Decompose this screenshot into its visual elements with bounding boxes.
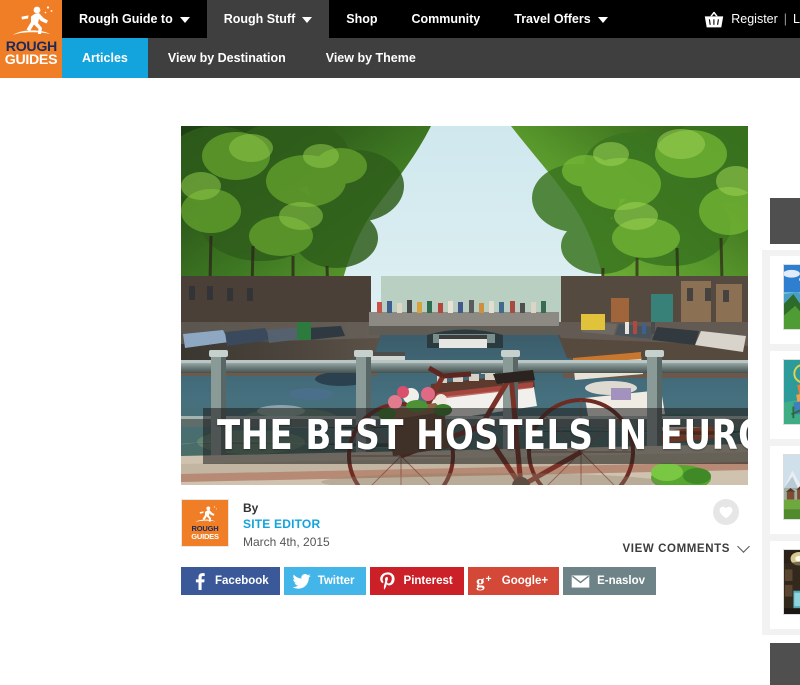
svg-text:+: + [485, 573, 491, 584]
facebook-icon [189, 572, 208, 591]
page-body: THE BEST HOSTELS IN EUROPE ROUGH GUIDES [0, 78, 800, 600]
share-button-twitter[interactable]: Twitter [284, 567, 366, 595]
page-title: THE BEST HOSTELS IN EUROPE [217, 413, 748, 457]
chevron-down-icon [180, 17, 190, 23]
share-button-email[interactable]: E-naslov [563, 567, 656, 595]
nav-item-community[interactable]: Community [395, 0, 498, 38]
account-area: Register | L [704, 0, 800, 38]
running-man-icon [8, 4, 54, 40]
share-button-pinterest[interactable]: Pinterest [370, 567, 464, 595]
article-meta-actions: VIEW COMMENTS [578, 499, 748, 557]
social-share-bar: Facebook Twitter Pinterest [181, 567, 748, 595]
nav-item-rough-guide-to[interactable]: Rough Guide to [62, 0, 207, 38]
subnav-item-articles[interactable]: Articles [62, 38, 148, 78]
nav-label: Community [412, 12, 481, 26]
by-label: By [243, 500, 330, 516]
sidebar-card[interactable] [770, 351, 800, 439]
sidebar-card[interactable] [770, 541, 800, 629]
nav-item-travel-offers[interactable]: Travel Offers [497, 0, 624, 38]
subnav-label: View by Theme [326, 51, 416, 65]
hero-title-band: THE BEST HOSTELS IN EUROPE [203, 408, 748, 464]
author-name-link[interactable]: SITE EDITOR [243, 516, 330, 533]
basket-icon[interactable] [704, 11, 724, 28]
nav-label: Shop [346, 12, 377, 26]
thumb-night-street [783, 549, 800, 615]
thumb-cyclist-illustration [783, 359, 800, 425]
subnav-item-view-by-destination[interactable]: View by Destination [148, 38, 306, 78]
thumb-mountain-village [783, 454, 800, 520]
author-avatar[interactable]: ROUGH GUIDES [181, 499, 229, 547]
view-comments-label: VIEW COMMENTS [623, 543, 730, 555]
nav-label: Rough Guide to [79, 12, 173, 26]
primary-nav: Rough Guide to Rough Stuff Shop Communit… [62, 0, 800, 38]
top-navigation-bar: ROUGH GUIDES Rough Guide to Rough Stuff … [0, 0, 800, 38]
heart-icon [719, 506, 733, 519]
share-label: Google+ [502, 575, 548, 587]
sidebar-card[interactable] [770, 446, 800, 534]
sidebar-card-list [762, 250, 800, 635]
article-container: THE BEST HOSTELS IN EUROPE ROUGH GUIDES [181, 126, 748, 595]
article-hero-image[interactable]: THE BEST HOSTELS IN EUROPE [181, 126, 748, 485]
share-label: E-naslov [597, 575, 645, 587]
sidebar-ad-block-top[interactable] [770, 198, 800, 244]
favourite-button[interactable] [713, 499, 739, 525]
login-link[interactable]: L [793, 12, 800, 26]
envelope-icon [571, 572, 590, 591]
site-logo[interactable]: ROUGH GUIDES [0, 0, 62, 78]
twitter-icon [292, 572, 311, 591]
logo-word-guides: GUIDES [5, 53, 57, 67]
pinterest-icon [378, 572, 397, 591]
share-button-googleplus[interactable]: g + Google+ [468, 567, 559, 595]
share-label: Twitter [318, 575, 355, 587]
byline-row: ROUGH GUIDES By SITE EDITOR March 4th, 2… [181, 499, 748, 561]
nav-item-shop[interactable]: Shop [329, 0, 394, 38]
chevron-down-icon [302, 17, 312, 23]
nav-label: Travel Offers [514, 12, 590, 26]
thumb-coastal-bay [783, 264, 800, 330]
running-man-icon [192, 505, 218, 525]
secondary-navigation-bar: Articles View by Destination View by The… [0, 38, 800, 78]
sidebar-ad-block-bottom[interactable] [770, 643, 800, 685]
chevron-down-icon [598, 17, 608, 23]
chevron-down-icon [737, 540, 750, 553]
avatar-word-guides: GUIDES [191, 533, 219, 541]
svg-text:g: g [476, 572, 485, 591]
subnav-label: Articles [82, 51, 128, 65]
publish-date: March 4th, 2015 [243, 533, 330, 551]
view-comments-toggle[interactable]: VIEW COMMENTS [623, 543, 748, 555]
share-label: Facebook [215, 575, 269, 587]
nav-item-rough-stuff[interactable]: Rough Stuff [207, 0, 330, 38]
register-link[interactable]: Register [731, 12, 778, 26]
subnav-label: View by Destination [168, 51, 286, 65]
googleplus-icon: g + [476, 572, 495, 591]
nav-separator: | [784, 12, 787, 26]
byline-text: By SITE EDITOR March 4th, 2015 [243, 499, 330, 551]
share-button-facebook[interactable]: Facebook [181, 567, 280, 595]
nav-label: Rough Stuff [224, 12, 296, 26]
sidebar-card[interactable] [770, 256, 800, 344]
subnav-item-view-by-theme[interactable]: View by Theme [306, 38, 436, 78]
share-label: Pinterest [404, 575, 453, 587]
